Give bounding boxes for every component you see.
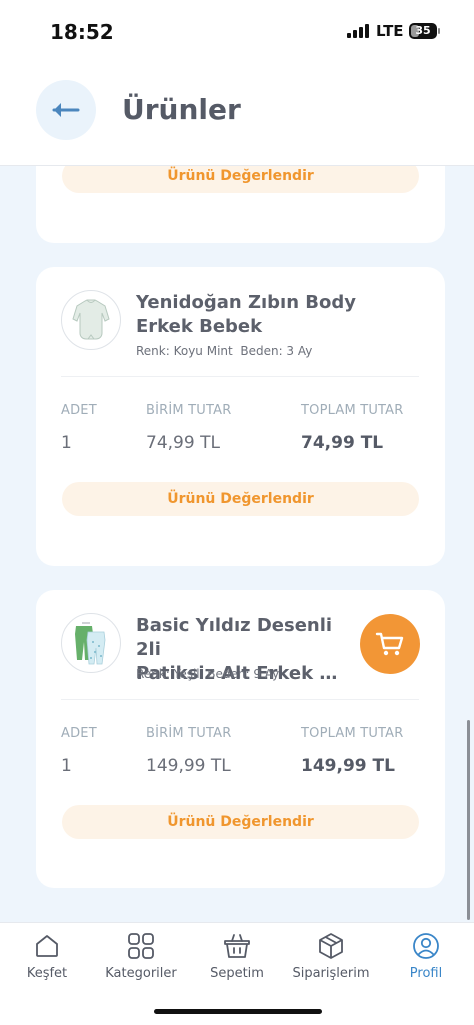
total-value: 74,99 TL <box>301 433 384 453</box>
product-name-line1: Basic Yıldız Desenli 2li <box>136 615 333 660</box>
user-icon <box>413 933 439 959</box>
home-icon <box>36 935 58 957</box>
tab-bar: Keşfet Kategoriler Sepetim Siparişlerim … <box>0 922 474 1025</box>
home-indicator <box>154 1009 322 1014</box>
product-variant: Renk: Yeşil Beden: 9 Ay <box>136 667 280 681</box>
unit-price-header: BİRİM TUTAR <box>146 726 232 741</box>
product-list[interactable]: Ürünü Değerlendir Yenidoğan Zıbın Body E… <box>0 166 474 922</box>
scrollbar[interactable] <box>467 720 470 920</box>
pants-image <box>75 622 106 665</box>
product-thumbnail[interactable] <box>61 613 121 673</box>
product-name-line1: Yenidoğan Zıbın Body <box>136 292 356 313</box>
status-bar: 18:52 LTE 35 <box>0 0 474 60</box>
arrow-left-icon <box>52 103 80 117</box>
divider <box>61 699 419 700</box>
network-type: LTE <box>376 22 404 40</box>
battery-cap <box>438 28 440 34</box>
rate-product-button[interactable]: Ürünü Değerlendir <box>62 166 419 193</box>
signal-icon <box>347 24 369 38</box>
qty-value: 1 <box>61 433 72 453</box>
unit-price-value: 149,99 TL <box>146 756 231 776</box>
status-time: 18:52 <box>50 20 114 44</box>
tab-label: Profil <box>409 966 443 981</box>
tab-siparislerim[interactable]: Siparişlerim <box>289 931 373 981</box>
cart-icon <box>375 632 404 656</box>
product-card: Ürünü Değerlendir <box>36 166 445 243</box>
tab-sepetim[interactable]: Sepetim <box>205 931 269 981</box>
back-button[interactable] <box>36 80 96 140</box>
qty-header: ADET <box>61 403 97 418</box>
product-card: Yenidoğan Zıbın Body Erkek Bebek Renk: K… <box>36 267 445 566</box>
tab-label: Kategoriler <box>105 966 177 981</box>
box-icon <box>319 933 343 959</box>
tab-label: Siparişlerim <box>292 966 370 981</box>
basket-icon <box>224 934 250 958</box>
rate-product-button[interactable]: Ürünü Değerlendir <box>62 805 419 839</box>
tab-profil[interactable]: Profil <box>404 931 448 981</box>
product-variant: Renk: Koyu Mint Beden: 3 Ay <box>136 344 313 358</box>
tab-kesfet[interactable]: Keşfet <box>24 931 70 981</box>
grid-icon <box>128 933 154 959</box>
unit-price-header: BİRİM TUTAR <box>146 403 232 418</box>
page-title: Ürünler <box>122 93 241 126</box>
total-header: TOPLAM TUTAR <box>301 726 404 741</box>
bodysuit-image <box>72 299 110 340</box>
qty-value: 1 <box>61 756 72 776</box>
total-value: 149,99 TL <box>301 756 395 776</box>
product-thumbnail[interactable] <box>61 290 121 350</box>
divider <box>61 376 419 377</box>
tab-label: Keşfet <box>26 966 68 981</box>
tab-kategoriler[interactable]: Kategoriler <box>101 931 181 981</box>
tab-label: Sepetim <box>210 966 264 981</box>
unit-price-value: 74,99 TL <box>146 433 220 453</box>
battery-icon: 35 <box>409 23 437 39</box>
battery-percent: 35 <box>415 24 431 37</box>
product-card: Basic Yıldız Desenli 2li Patiksiz Alt Er… <box>36 590 445 888</box>
rate-product-button[interactable]: Ürünü Değerlendir <box>62 482 419 516</box>
product-name-line2: Erkek Bebek <box>136 316 263 337</box>
add-to-cart-button[interactable] <box>360 614 420 674</box>
product-name[interactable]: Yenidoğan Zıbın Body Erkek Bebek <box>136 291 396 339</box>
total-header: TOPLAM TUTAR <box>301 403 404 418</box>
page-header: Ürünler <box>0 60 474 166</box>
qty-header: ADET <box>61 726 97 741</box>
